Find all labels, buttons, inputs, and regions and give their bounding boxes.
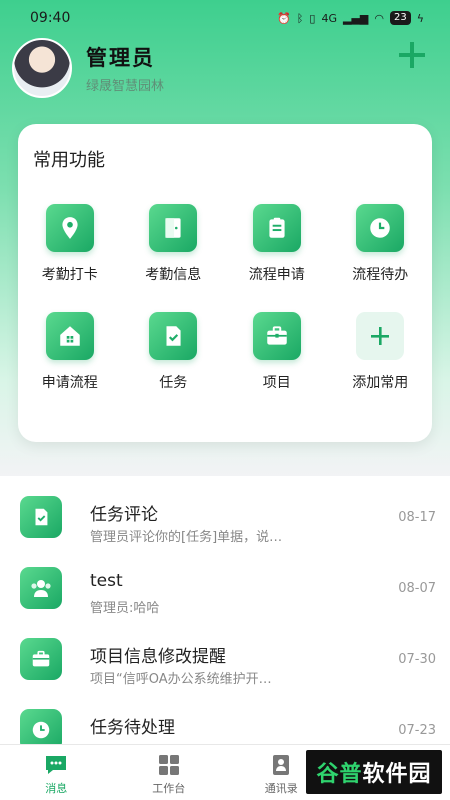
watermark-logo: 谷普 软件园 bbox=[306, 750, 442, 794]
func-label: 考勤打卡 bbox=[41, 267, 98, 283]
home-icon bbox=[45, 312, 94, 360]
list-item[interactable]: 任务评论 管理员评论你的[任务]单据，说… 08-17 bbox=[0, 476, 450, 547]
func-add-common[interactable]: 添加常用 bbox=[329, 312, 433, 392]
clipboard-icon bbox=[252, 204, 301, 252]
grid-icon bbox=[156, 753, 182, 777]
func-apply-process[interactable]: 申请流程 bbox=[18, 312, 122, 392]
message-title: 项目信息修改提醒 bbox=[90, 647, 226, 667]
message-date: 07-23 bbox=[398, 723, 436, 738]
tab-label: 消息 bbox=[45, 782, 68, 795]
plus-icon bbox=[399, 42, 425, 68]
avatar[interactable] bbox=[12, 38, 72, 98]
message-title: 任务评论 bbox=[90, 505, 158, 525]
func-label: 流程申请 bbox=[248, 267, 305, 283]
list-item[interactable]: 任务待处理 07-23 bbox=[0, 689, 450, 744]
tab-label: 通讯录 bbox=[264, 782, 298, 795]
status-bar: 09:40 ⏰ ᛒ ▯ 4G ▂▄▆ ◠ 23 ϟ bbox=[0, 0, 450, 36]
message-date: 08-17 bbox=[398, 510, 436, 525]
profile-name: 管理员 bbox=[86, 46, 155, 70]
func-label: 流程待办 bbox=[352, 267, 409, 283]
status-icons: ⏰ ᛒ ▯ 4G ▂▄▆ ◠ 23 ϟ bbox=[277, 11, 424, 25]
status-time: 09:40 bbox=[30, 10, 71, 26]
message-list: 任务评论 管理员评论你的[任务]单据，说… 08-17 test 管理员:哈哈 … bbox=[0, 476, 450, 744]
task-check-icon bbox=[149, 312, 198, 360]
func-label: 项目 bbox=[262, 375, 291, 391]
card-title: 常用功能 bbox=[33, 150, 105, 171]
profile-organization: 绿晟智慧园林 bbox=[86, 79, 165, 94]
location-pin-icon bbox=[45, 204, 94, 252]
alarm-icon: ⏰ bbox=[277, 11, 291, 25]
func-label: 添加常用 bbox=[352, 375, 409, 391]
signal-icon: ▂▄▆ bbox=[343, 11, 369, 25]
door-icon bbox=[149, 204, 198, 252]
func-label: 申请流程 bbox=[41, 375, 98, 391]
users-icon bbox=[20, 567, 62, 609]
bluetooth-icon: ᛒ bbox=[296, 11, 304, 25]
message-date: 07-30 bbox=[398, 652, 436, 667]
charging-icon: ϟ bbox=[416, 11, 424, 25]
message-preview: 管理员评论你的[任务]单据，说… bbox=[90, 530, 283, 545]
task-doc-icon bbox=[20, 496, 62, 538]
func-task[interactable]: 任务 bbox=[122, 312, 226, 392]
func-process-todo[interactable]: 流程待办 bbox=[329, 204, 433, 284]
watermark-part1: 谷普 bbox=[316, 762, 363, 787]
add-button[interactable] bbox=[396, 40, 428, 72]
chat-icon bbox=[43, 753, 69, 777]
tab-workbench[interactable]: 工作台 bbox=[113, 745, 226, 800]
message-date: 08-07 bbox=[398, 581, 436, 596]
list-item[interactable]: 项目信息修改提醒 项目“信呼OA办公系统维护开… 07-30 bbox=[0, 618, 450, 689]
plus-icon bbox=[356, 312, 405, 360]
func-label: 任务 bbox=[159, 375, 188, 391]
vibrate-icon: ▯ bbox=[309, 11, 316, 25]
tab-messages[interactable]: 消息 bbox=[0, 745, 113, 800]
wifi-icon: ◠ bbox=[374, 11, 384, 25]
func-project[interactable]: 项目 bbox=[225, 312, 329, 392]
func-label: 考勤信息 bbox=[145, 267, 202, 283]
func-attendance-checkin[interactable]: 考勤打卡 bbox=[18, 204, 122, 284]
tab-label: 工作台 bbox=[152, 782, 186, 795]
common-functions-card: 常用功能 考勤打卡 考勤信息 流程申请 流程待办 申请流程 任务 项目 添加常用 bbox=[18, 124, 432, 442]
message-preview: 管理员:哈哈 bbox=[90, 601, 160, 616]
contacts-icon bbox=[268, 753, 294, 777]
clock-icon bbox=[20, 709, 62, 744]
briefcase-icon bbox=[252, 312, 301, 360]
clock-icon bbox=[356, 204, 405, 252]
watermark-part2: 软件园 bbox=[362, 762, 432, 787]
briefcase-icon bbox=[20, 638, 62, 680]
message-title: test bbox=[90, 571, 123, 591]
function-grid: 考勤打卡 考勤信息 流程申请 流程待办 申请流程 任务 项目 添加常用 bbox=[18, 204, 432, 392]
user-profile[interactable]: 管理员 绿晟智慧园林 bbox=[12, 38, 164, 98]
battery-level: 23 bbox=[390, 11, 411, 25]
func-attendance-info[interactable]: 考勤信息 bbox=[122, 204, 226, 284]
message-title: 任务待处理 bbox=[90, 718, 175, 738]
network-type: 4G bbox=[321, 11, 337, 25]
func-process-apply[interactable]: 流程申请 bbox=[225, 204, 329, 284]
list-item[interactable]: test 管理员:哈哈 08-07 bbox=[0, 547, 450, 618]
message-preview: 项目“信呼OA办公系统维护开… bbox=[90, 672, 272, 687]
